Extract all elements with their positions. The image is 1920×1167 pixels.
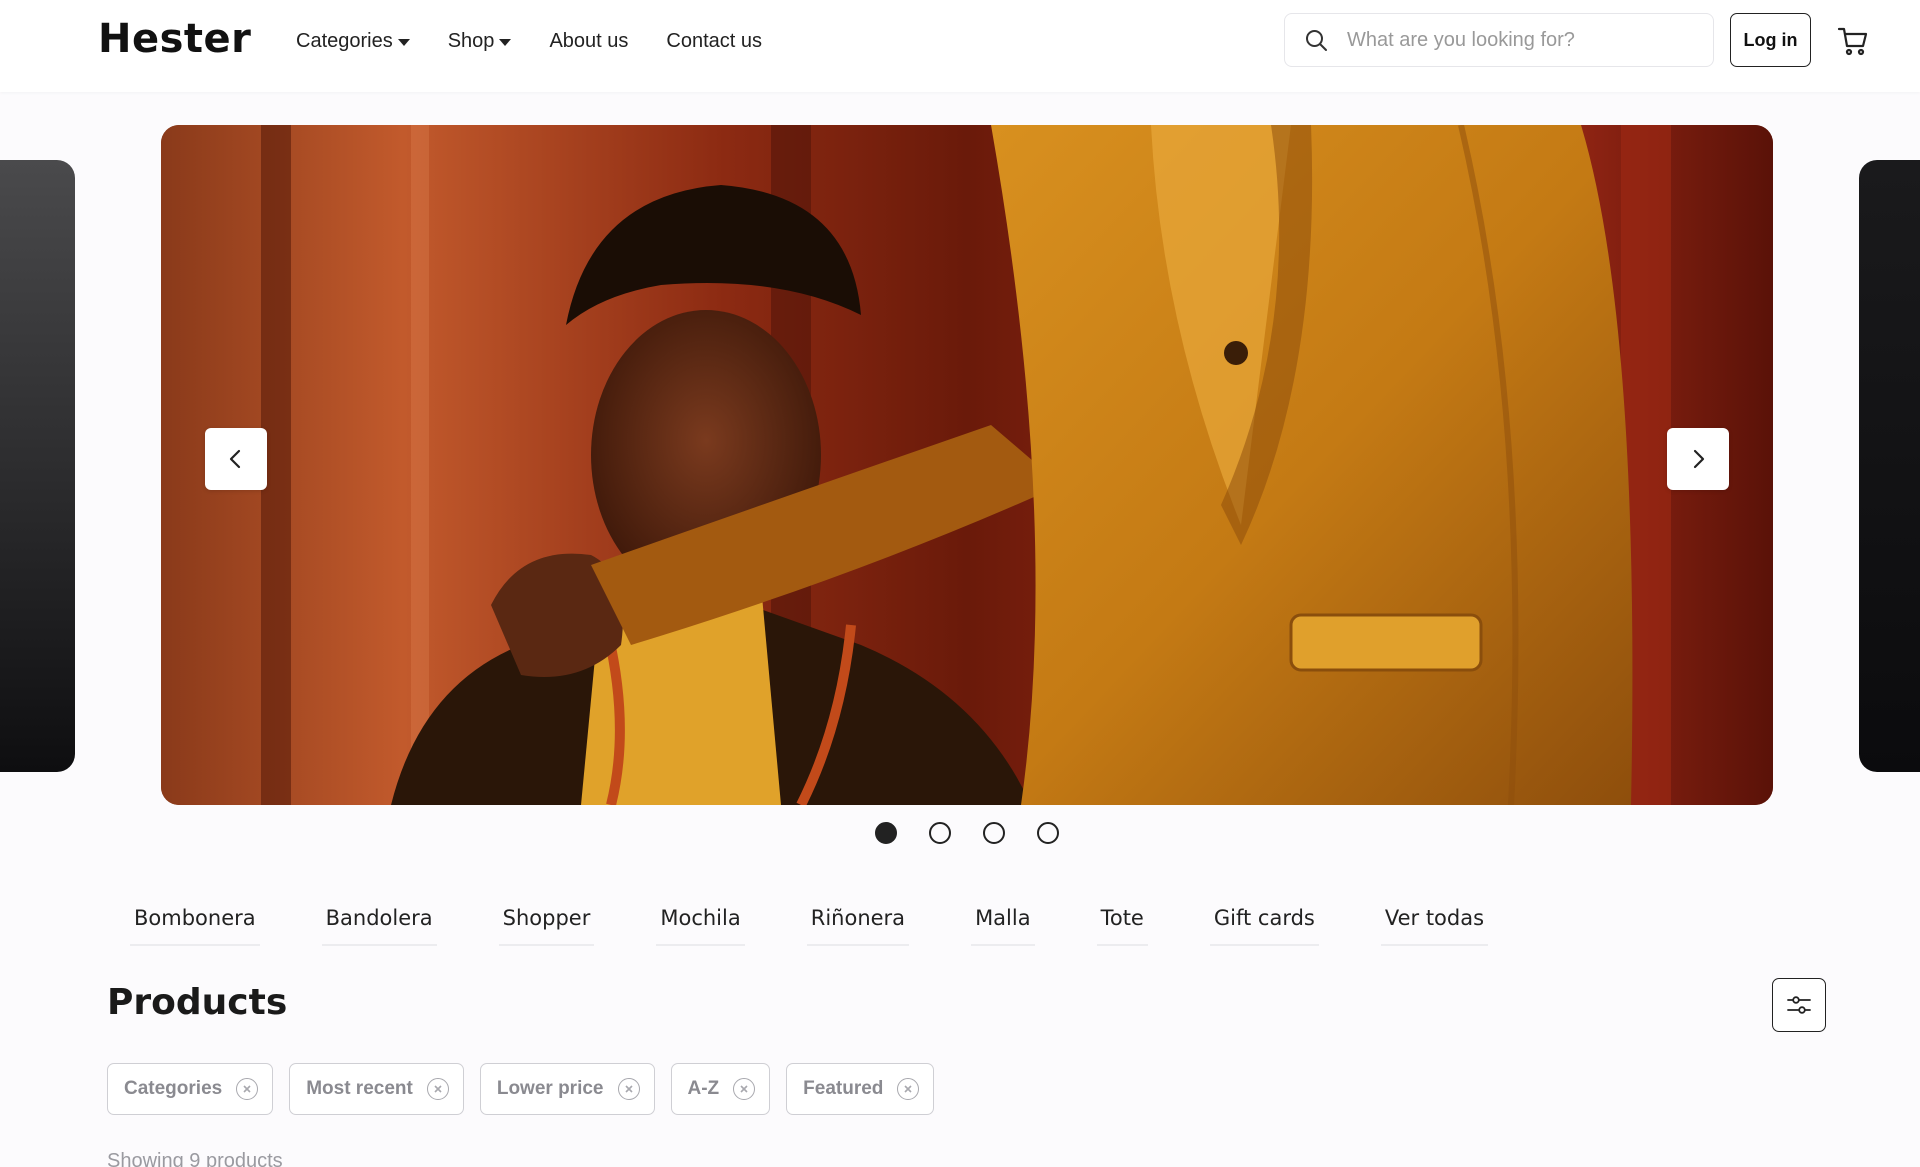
carousel-next-button[interactable]: [1667, 428, 1729, 490]
active-filter-chips: Categories Most recent Lower price A-Z F…: [107, 1063, 950, 1115]
nav-item-label: Categories: [296, 29, 393, 52]
category-tab-shopper[interactable]: Shopper: [498, 906, 595, 946]
carousel-dot-4[interactable]: [1037, 822, 1059, 844]
sliders-icon: [1787, 996, 1811, 1014]
product-count-text: Showing 9 products: [107, 1150, 283, 1167]
cart-icon[interactable]: [1836, 24, 1870, 58]
close-icon[interactable]: [733, 1078, 756, 1100]
category-tab-malla[interactable]: Malla: [971, 906, 1035, 946]
category-tab-bombonera[interactable]: Bombonera: [130, 906, 260, 946]
category-tab-rinonera[interactable]: Riñonera: [806, 906, 910, 946]
filter-chip-label: Most recent: [306, 1078, 413, 1099]
filter-chip-label: Lower price: [496, 1078, 604, 1099]
filter-chip-most-recent[interactable]: Most recent: [289, 1063, 464, 1115]
chevron-left-icon: [229, 449, 241, 469]
site-header: Hester Categories Shop About us Contact …: [0, 0, 1920, 92]
carousel-slide-prev-peek: [0, 160, 75, 772]
login-button[interactable]: Log in: [1730, 13, 1811, 67]
nav-item-about[interactable]: About us: [549, 28, 628, 54]
category-tab-bandolera[interactable]: Bandolera: [321, 906, 437, 946]
nav-item-shop[interactable]: Shop: [448, 28, 512, 54]
carousel-indicators: [875, 822, 1059, 844]
hero-image: [161, 125, 1773, 805]
close-icon[interactable]: [617, 1078, 640, 1100]
filter-chip-featured[interactable]: Featured: [786, 1063, 935, 1115]
filter-chip-lower-price[interactable]: Lower price: [479, 1063, 655, 1115]
carousel-dot-1[interactable]: [875, 822, 897, 844]
category-tab-mochila[interactable]: Mochila: [656, 906, 745, 946]
filter-chip-label: Featured: [803, 1078, 884, 1099]
carousel-dot-2[interactable]: [929, 822, 951, 844]
caret-down-icon: [499, 38, 512, 46]
carousel-dot-3[interactable]: [983, 822, 1005, 844]
main-nav: Categories Shop About us Contact us: [296, 28, 800, 54]
category-tab-gift-cards[interactable]: Gift cards: [1209, 906, 1319, 946]
products-heading: Products: [107, 982, 288, 1023]
search-input[interactable]: [1347, 28, 1707, 52]
category-tab-ver-todas[interactable]: Ver todas: [1380, 906, 1489, 946]
filter-chip-label: Categories: [124, 1078, 223, 1099]
filter-chip-categories[interactable]: Categories: [107, 1063, 274, 1115]
filter-chip-a-z[interactable]: A-Z: [670, 1063, 771, 1115]
category-tabs: Bombonera Bandolera Shopper Mochila Riño…: [130, 906, 1550, 946]
carousel-prev-button[interactable]: [205, 428, 267, 490]
close-icon[interactable]: [897, 1078, 920, 1100]
nav-item-contact[interactable]: Contact us: [666, 28, 762, 54]
close-icon[interactable]: [426, 1078, 449, 1100]
brand-logo[interactable]: Hester: [98, 16, 251, 62]
carousel-slide-active: [161, 125, 1773, 805]
filter-button[interactable]: [1772, 978, 1826, 1032]
chevron-right-icon: [1693, 449, 1705, 469]
nav-item-categories[interactable]: Categories: [296, 28, 410, 54]
nav-item-label: Contact us: [666, 29, 762, 52]
search-bar: [1284, 13, 1714, 67]
nav-item-label: About us: [549, 29, 629, 52]
category-tab-tote[interactable]: Tote: [1096, 906, 1148, 946]
filter-chip-label: A-Z: [687, 1078, 720, 1099]
caret-down-icon: [397, 38, 410, 46]
close-icon[interactable]: [236, 1078, 259, 1100]
search-icon[interactable]: [1291, 15, 1341, 65]
nav-item-label: Shop: [447, 29, 495, 52]
carousel-slide-next-peek: [1859, 160, 1920, 772]
